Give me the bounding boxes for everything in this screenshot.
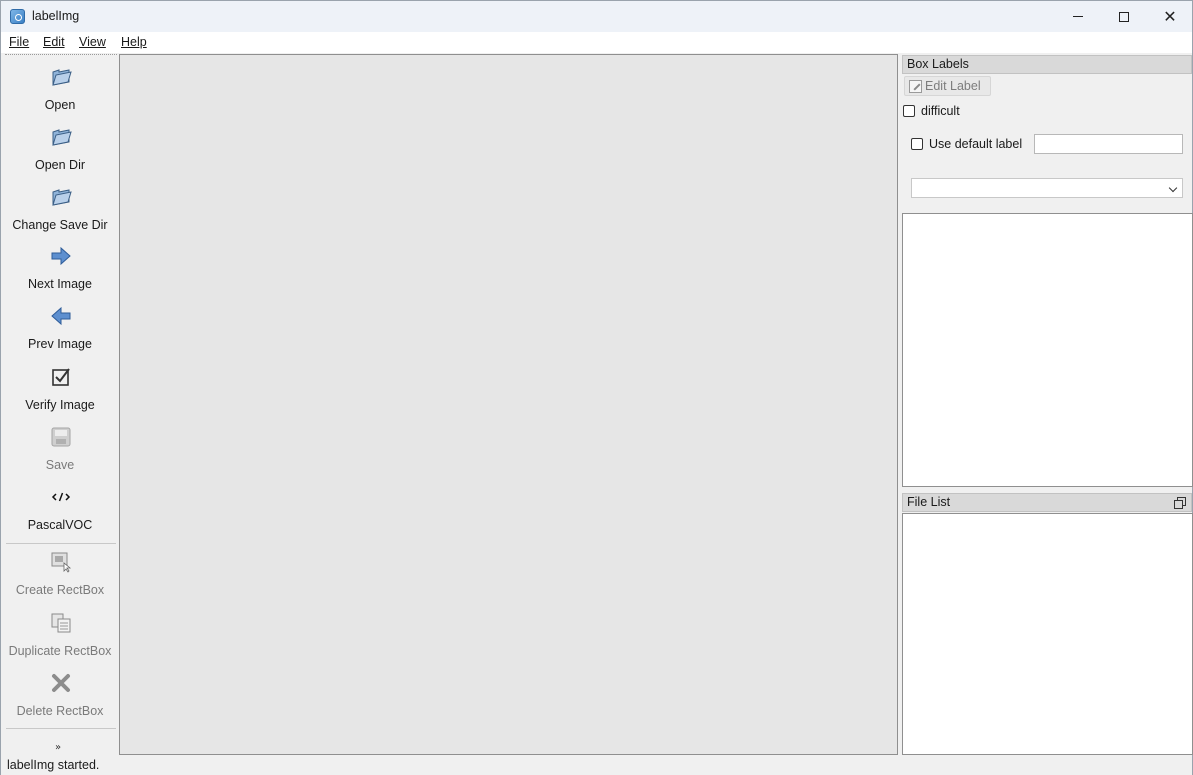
status-bar: labelImg started. [1,756,1192,775]
prev-image-label: Prev Image [28,337,92,351]
status-text: labelImg started. [7,758,100,772]
arrow-left-icon [51,306,71,326]
maximize-button[interactable] [1101,1,1147,32]
maximize-icon [1119,11,1129,22]
app-window: labelImg ✕ File Edit View Help Open Open… [0,0,1193,775]
delete-rectbox-button[interactable]: Delete RectBox [2,664,118,722]
verify-image-button[interactable]: Verify Image [2,358,118,416]
use-default-label-checkbox[interactable]: Use default label [911,137,1022,151]
close-button[interactable]: ✕ [1147,1,1193,32]
next-image-label: Next Image [28,277,92,291]
window-title: labelImg [32,9,80,23]
difficult-checkbox-box[interactable] [903,105,915,117]
difficult-checkbox[interactable]: difficult [903,104,960,118]
file-list-dock-header: File List [902,493,1192,512]
menu-view-label: View [79,35,106,49]
menu-file-label: File [9,35,30,49]
toolbar-handle[interactable] [5,54,117,56]
create-rectbox-label: Create RectBox [15,583,105,597]
toolbar: Open Open Dir Change Save Dir Next Image [2,54,118,755]
file-list[interactable] [902,513,1193,755]
open-dir-button[interactable]: Open Dir [2,118,118,176]
use-default-label-checkbox-box[interactable] [911,138,923,150]
menu-help[interactable]: Help [121,35,147,49]
chevron-down-icon [1168,183,1178,193]
toolbar-extension-icon[interactable]: » [55,742,61,753]
app-icon [10,9,25,24]
menu-view[interactable]: View [79,35,106,49]
menu-edit[interactable]: Edit [43,35,65,49]
open-dir-label: Open Dir [34,158,86,172]
edit-label-text: Edit Label [925,79,981,93]
save-label: Save [45,458,75,472]
save-icon [51,427,71,447]
menu-help-label: Help [121,35,147,49]
create-rectbox-icon [51,552,72,573]
minimize-button[interactable] [1055,1,1101,32]
edit-icon [909,80,922,93]
verify-image-label: Verify Image [25,398,95,412]
save-button[interactable]: Save [2,418,118,476]
duplicate-icon [51,613,71,633]
prev-image-button[interactable]: Prev Image [2,297,118,355]
open-button[interactable]: Open [2,58,118,116]
folder-open-icon [52,129,72,146]
next-image-button[interactable]: Next Image [2,237,118,295]
create-rectbox-button[interactable]: Create RectBox [2,543,118,601]
folder-open-icon [52,189,72,206]
change-save-dir-button[interactable]: Change Save Dir [2,178,118,236]
difficult-label: difficult [921,104,960,118]
title-bar: labelImg ✕ [1,1,1192,32]
checkbox-checked-icon [52,368,70,386]
float-dock-icon[interactable] [1174,497,1186,509]
change-save-dir-label: Change Save Dir [12,218,108,232]
close-icon: ✕ [1163,6,1177,26]
file-list-title: File List [907,495,951,509]
image-canvas[interactable] [119,54,898,755]
menu-edit-label: Edit [43,35,65,49]
duplicate-rectbox-label: Duplicate RectBox [8,644,112,658]
delete-icon [52,674,70,692]
menu-bar: File Edit View Help [1,32,1192,53]
delete-rectbox-label: Delete RectBox [16,704,104,718]
minimize-icon [1073,16,1083,17]
pascalvoc-label: PascalVOC [27,518,93,532]
arrow-right-icon [51,246,71,266]
toolbar-separator [6,728,116,729]
label-list[interactable] [902,213,1193,487]
default-label-input[interactable] [1034,134,1183,154]
pascalvoc-button[interactable]: PascalVOC [2,478,118,536]
code-icon [51,492,71,502]
duplicate-rectbox-button[interactable]: Duplicate RectBox [2,604,118,662]
folder-open-icon [52,69,72,86]
open-label: Open [44,98,76,112]
use-default-label-text: Use default label [929,137,1023,151]
box-labels-title: Box Labels [902,55,1192,74]
label-combobox[interactable] [911,178,1183,198]
edit-label-button[interactable]: Edit Label [904,76,991,96]
menu-file[interactable]: File [9,35,29,49]
